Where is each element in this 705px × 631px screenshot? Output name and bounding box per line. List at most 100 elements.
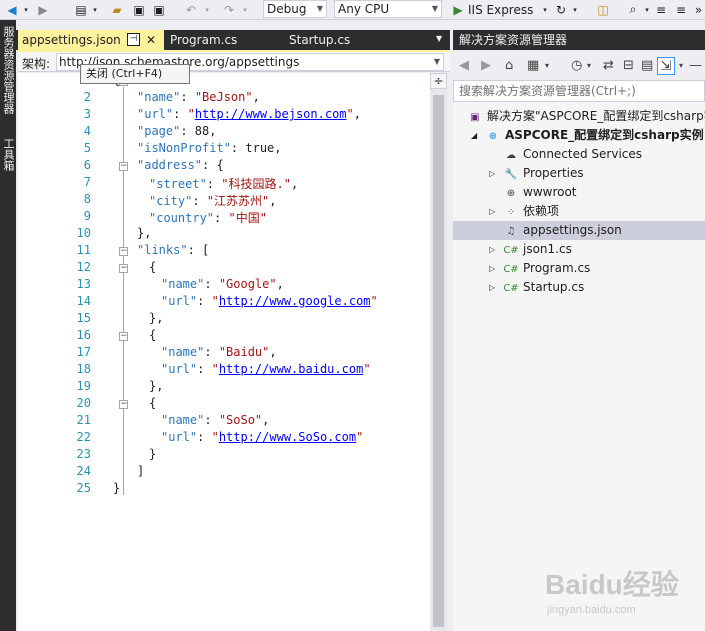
collapsed-arrow-icon[interactable]: ▷ <box>489 278 495 297</box>
save-icon[interactable]: ▣ <box>130 1 148 18</box>
line-number: 2 <box>83 90 91 104</box>
pending-dropdown-icon[interactable]: ▾ <box>587 57 591 75</box>
preview-selected-icon[interactable]: ⇲ <box>657 57 675 75</box>
configuration-dropdown[interactable]: Debug ▼ <box>263 0 327 18</box>
show-all-files-icon[interactable]: ▤ <box>641 57 653 75</box>
back-dropdown-icon[interactable]: ▾ <box>21 1 31 18</box>
collapsed-arrow-icon[interactable]: ▷ <box>489 164 495 183</box>
tree-item[interactable]: ♫ appsettings.json <box>453 221 705 240</box>
collapse-icon[interactable]: − <box>119 162 128 171</box>
tree-item-label: Properties <box>523 166 584 180</box>
run-icon[interactable]: ▶ <box>451 1 465 18</box>
line-number: 4 <box>83 124 91 138</box>
properties-icon[interactable]: — <box>689 57 702 75</box>
collapse-icon[interactable]: − <box>119 400 128 409</box>
solution-icon: ▣ <box>470 112 480 123</box>
redo-dropdown-icon[interactable]: ▾ <box>240 1 250 18</box>
switch-views-icon[interactable]: ▦ <box>527 57 539 75</box>
split-editor-icon[interactable]: ÷ <box>430 73 447 89</box>
tree-item[interactable]: ▷ 🔧 Properties <box>489 164 584 183</box>
pin-icon[interactable]: ⊣ <box>127 33 140 46</box>
code-line: "name": "Google", <box>161 277 284 291</box>
collapse-icon[interactable]: − <box>119 264 128 273</box>
code-line: }, <box>137 226 152 240</box>
find-icon[interactable]: ⌕ <box>624 1 642 18</box>
collapse-icon[interactable]: − <box>119 247 128 256</box>
pending-changes-icon[interactable]: ◷ <box>571 57 582 75</box>
editor-scrollbar[interactable] <box>430 73 447 631</box>
server-explorer-tab[interactable]: 服务器资源管理器 <box>1 26 15 114</box>
back-icon[interactable]: ◀ <box>459 57 469 75</box>
tree-item-label: Connected Services <box>523 147 643 161</box>
tree-item[interactable]: ▷ C# Startup.cs <box>489 278 584 297</box>
code-line: }, <box>149 311 164 325</box>
watermark-brand: Baidu经验 <box>545 568 679 600</box>
close-icon[interactable]: ✕ <box>146 30 156 50</box>
code-line: "links": [ <box>137 243 210 257</box>
tab-overflow-icon[interactable]: ▼ <box>436 34 442 43</box>
tab-startup-cs[interactable]: Startup.cs <box>285 30 395 50</box>
run-dropdown-icon[interactable]: ▾ <box>540 1 550 18</box>
line-number: 18 <box>76 362 91 376</box>
refresh-dropdown-icon[interactable]: ▾ <box>570 1 580 18</box>
sync-icon[interactable]: ⇄ <box>603 57 614 75</box>
line-number: 13 <box>76 277 91 291</box>
tree-item[interactable]: ◢ ⊕ ASPCORE_配置绑定到csharp实例 <box>471 126 704 145</box>
find-dropdown-icon[interactable]: ▾ <box>642 1 652 18</box>
main-toolbar: ◀ ▾ ▶ ▤ ▾ ▰ ▣ ▣ ↶ ▾ ↷ ▾ Debug ▼ Any CPU … <box>0 0 705 20</box>
code-line: "name": "SoSo", <box>161 413 270 427</box>
csharp-file-icon: C# <box>503 245 519 256</box>
schema-label: 架构: <box>22 57 51 71</box>
undo-dropdown-icon[interactable]: ▾ <box>202 1 212 18</box>
comment-icon[interactable]: ≡ <box>652 1 670 18</box>
line-number: 22 <box>76 430 91 444</box>
redo-icon[interactable]: ↷ <box>220 1 238 18</box>
watermark-url: jingyan.baidu.com <box>546 604 636 616</box>
collapse-all-icon[interactable]: ⊟ <box>623 57 634 75</box>
tree-item-label: wwwroot <box>523 185 577 199</box>
tree-item[interactable]: ☁ Connected Services <box>503 145 642 164</box>
save-all-icon[interactable]: ▣ <box>150 1 168 18</box>
new-project-icon[interactable]: ▤ <box>72 1 90 18</box>
tree-item[interactable]: ▷ C# json1.cs <box>489 240 572 259</box>
platform-dropdown[interactable]: Any CPU ▼ <box>334 0 442 18</box>
line-number: 5 <box>83 141 91 155</box>
code-line: "url": "http://www.baidu.com" <box>161 362 371 376</box>
globe-icon: ⊕ <box>506 188 516 199</box>
home-icon[interactable]: ⌂ <box>505 57 513 75</box>
refresh-icon[interactable]: ↻ <box>552 1 570 18</box>
solution-explorer-toolbar: ◀ ▶ ⌂ ▦ ▾ ◷ ▾ ⇄ ⊟ ▤ ⇲ ▾ — <box>453 52 705 80</box>
tab-appsettings-json[interactable]: appsettings.json ⊣ ✕ <box>18 30 164 50</box>
undo-icon[interactable]: ↶ <box>182 1 200 18</box>
preview-dropdown-icon[interactable]: ▾ <box>679 57 683 75</box>
tab-program-cs[interactable]: Program.cs <box>166 30 276 50</box>
tree-item[interactable]: ⊕ wwwroot <box>503 183 577 202</box>
collapsed-arrow-icon[interactable]: ▷ <box>489 240 495 259</box>
tree-item[interactable]: ▣ 解决方案"ASPCORE_配置绑定到csharp实例" <box>467 107 705 126</box>
toolbar-overflow-icon[interactable]: » <box>692 1 705 18</box>
code-line: }, <box>149 379 164 393</box>
collapsed-arrow-icon[interactable]: ▷ <box>489 259 495 278</box>
tree-item[interactable]: ▷ ⁘ 依赖项 <box>489 202 559 221</box>
collapse-icon[interactable]: − <box>119 332 128 341</box>
browser-link-icon[interactable]: ◫ <box>594 1 612 18</box>
solution-search-input[interactable]: 搜索解决方案资源管理器(Ctrl+;) <box>453 80 705 102</box>
code-editor[interactable]: 1{−2"name": "BeJson",3"url": "http://www… <box>18 73 430 631</box>
run-target-label[interactable]: IIS Express <box>468 1 540 18</box>
scrollbar-thumb[interactable] <box>433 95 444 627</box>
new-dropdown-icon[interactable]: ▾ <box>90 1 100 18</box>
forward-icon[interactable]: ▶ <box>34 1 52 18</box>
toolbox-tab[interactable]: 工具箱 <box>1 138 15 171</box>
line-number: 23 <box>76 447 91 461</box>
code-line: { <box>149 260 157 274</box>
back-icon[interactable]: ◀ <box>3 1 21 18</box>
baidu-watermark: Baidu经验 jingyan.baidu.com <box>545 568 679 616</box>
open-folder-icon[interactable]: ▰ <box>108 1 126 18</box>
expanded-arrow-icon[interactable]: ◢ <box>471 126 477 145</box>
switch-views-dropdown-icon[interactable]: ▾ <box>545 57 549 75</box>
forward-icon[interactable]: ▶ <box>481 57 491 75</box>
collapsed-arrow-icon[interactable]: ▷ <box>489 202 495 221</box>
csharp-file-icon: C# <box>503 264 519 275</box>
uncomment-icon[interactable]: ≡ <box>672 1 690 18</box>
tree-item[interactable]: ▷ C# Program.cs <box>489 259 590 278</box>
